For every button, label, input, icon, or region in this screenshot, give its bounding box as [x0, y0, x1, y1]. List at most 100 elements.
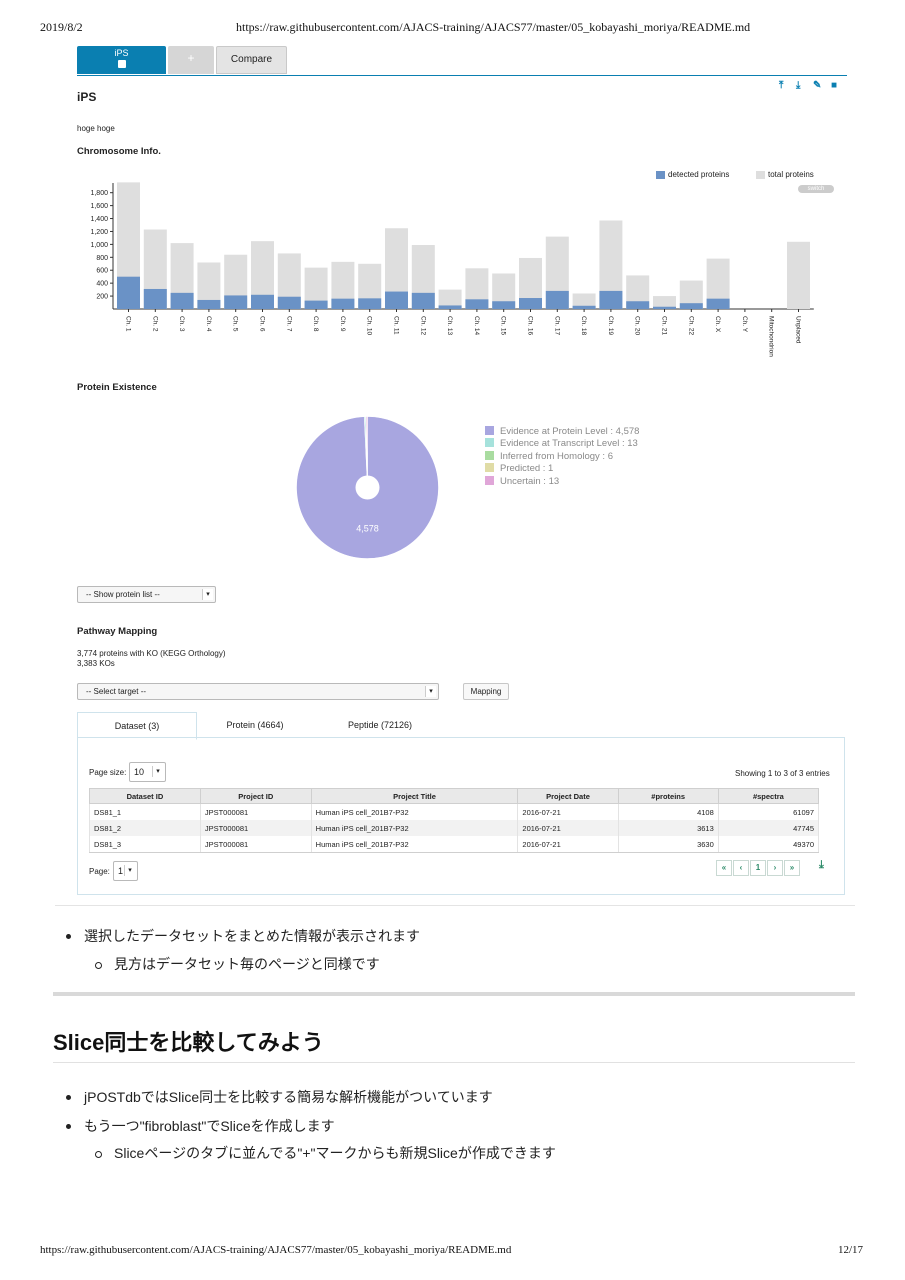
col-dataset-id[interactable]: Dataset ID	[89, 788, 201, 804]
x-tick-label: Ch. 20	[634, 316, 641, 336]
cell: 49370	[717, 836, 820, 853]
tab-protein[interactable]: Protein (4664)	[200, 712, 310, 738]
chevron-down-icon: ▾	[202, 589, 213, 600]
table-header-row: Dataset ID Project ID Project Title Proj…	[89, 788, 820, 804]
page-select[interactable]: 1 ▾	[113, 861, 138, 881]
y-tick-label: 1,400	[90, 216, 108, 223]
table-row[interactable]: DS81_3 JPST000081 Human iPS cell_201B7-P…	[89, 836, 820, 853]
pie-legend-label: Uncertain : 13	[500, 475, 560, 487]
cell: DS81_1	[89, 803, 201, 820]
cell: DS81_2	[89, 820, 201, 836]
cell: 2016-07-21	[517, 820, 619, 836]
dataset-table: Dataset ID Project ID Project Title Proj…	[89, 788, 820, 853]
y-tick-label: 1,600	[90, 203, 108, 210]
cell: 3613	[617, 820, 719, 836]
bullet-text: jPOSTdbではSlice同士を比較する簡易な解析機能がついています	[84, 1089, 493, 1105]
x-tick-label: Ch. 1	[125, 316, 132, 332]
bar-detected	[519, 298, 542, 309]
select-target[interactable]: -- Select target -- ▾	[77, 683, 439, 700]
bullet-dot	[66, 1095, 71, 1100]
next-page-button[interactable]: ›	[767, 860, 783, 876]
x-tick-label: Mitochondrion	[768, 316, 775, 357]
page-number: 12/17	[838, 1244, 864, 1256]
download-icon[interactable]: ⤓	[796, 80, 800, 91]
compare-tab[interactable]: Compare	[216, 46, 287, 74]
chromosome-bar-chart: 200 400 600 800 1,000 1,200 1,400 1,600 1,800 Ch.…	[90, 182, 814, 357]
prev-page-button[interactable]: ‹	[733, 860, 749, 876]
y-tick-label: 200	[96, 294, 108, 301]
trash-icon[interactable]: ■	[831, 80, 837, 91]
bar-detected	[251, 294, 274, 309]
bar-detected	[170, 292, 194, 309]
bar-detected	[572, 305, 596, 309]
pie-legend-item: Evidence at Protein Level : 4,578	[485, 426, 639, 438]
col-spectra[interactable]: #spectra	[717, 788, 820, 804]
page-size-select[interactable]: 10 ▾	[129, 762, 166, 782]
protein-existence-pie: 4,578	[296, 416, 439, 559]
divider	[55, 905, 855, 906]
y-tick-label: 800	[96, 255, 108, 262]
upload-icon[interactable]: ⤒	[779, 80, 783, 91]
pie-legend-swatch	[485, 450, 494, 460]
cell: 47745	[717, 820, 820, 836]
checkbox-icon	[117, 60, 126, 68]
app-screenshot: iPS + Compare ⤒ ⤓ ✎ ■ iPS hoge hoge Chro…	[55, 40, 855, 910]
col-project-date[interactable]: Project Date	[517, 788, 619, 804]
pie-legend-label: Evidence at Transcript Level : 13	[500, 438, 638, 450]
pie-legend-item: Uncertain : 13	[485, 475, 639, 488]
bar-detected	[277, 296, 301, 309]
section-heading: Slice同士を比較してみよう	[53, 1030, 324, 1055]
bar-detected	[358, 298, 382, 309]
show-protein-list-select[interactable]: -- Show protein list -- ▾	[77, 586, 216, 603]
x-tick-label: Ch. 9	[339, 316, 346, 332]
bar-detected	[465, 299, 489, 309]
last-page-button[interactable]: »	[784, 860, 800, 876]
tab-dataset[interactable]: Dataset (3)	[77, 712, 197, 740]
show-protein-list-value: -- Show protein list --	[86, 590, 160, 599]
x-tick-label: Ch. 4	[205, 316, 212, 332]
page-1-button[interactable]: 1	[750, 860, 766, 876]
col-project-id[interactable]: Project ID	[199, 788, 312, 804]
showing-entries: Showing 1 to 3 of 3 entries	[735, 769, 830, 778]
mapping-button[interactable]: Mapping	[463, 683, 509, 700]
x-tick-label: Ch. 5	[232, 316, 239, 332]
edit-icon[interactable]: ✎	[813, 80, 821, 91]
add-slice-tab[interactable]: +	[168, 46, 214, 74]
bar-total	[787, 241, 810, 309]
col-project-title[interactable]: Project Title	[310, 788, 519, 804]
x-tick-label: Ch. 22	[687, 316, 694, 336]
x-tick-label: Ch. 19	[607, 316, 614, 336]
bar-detected	[331, 298, 355, 309]
bar-detected	[411, 292, 435, 309]
chromosome-heading: Chromosome Info.	[77, 146, 161, 157]
chevron-down-icon: ▾	[124, 865, 135, 876]
sub-bullet-text: 見方はデータセット毎のページと同様です	[114, 956, 380, 972]
table-row[interactable]: DS81_2 JPST000081 Human iPS cell_201B7-P…	[89, 820, 820, 836]
pie-legend-swatch	[485, 475, 494, 485]
x-tick-label: Ch. 2	[151, 316, 158, 332]
pathway-proteins: 3,774 proteins with KO (KEGG Orthology)	[77, 649, 226, 658]
tab-ips[interactable]: iPS	[77, 46, 166, 74]
pie-legend-swatch	[485, 426, 494, 435]
tab-peptide[interactable]: Peptide (72126)	[325, 712, 435, 738]
bar-detected	[197, 299, 221, 309]
footer-url: https://raw.githubusercontent.com/AJACS-…	[40, 1244, 512, 1256]
first-page-button[interactable]: «	[716, 860, 732, 876]
pathway-heading: Pathway Mapping	[77, 626, 158, 637]
cell: JPST000081	[199, 820, 312, 836]
x-tick-label: Ch. 3	[178, 316, 185, 332]
y-tick-label: 600	[96, 268, 108, 275]
download-icon[interactable]: ⤓	[819, 859, 824, 872]
cell: 61097	[717, 803, 820, 820]
y-tick-label: 1,800	[90, 190, 108, 197]
table-row[interactable]: DS81_1 JPST000081 Human iPS cell_201B7-P…	[89, 803, 820, 820]
cell: Human iPS cell_201B7-P32	[310, 803, 519, 820]
bar-detected	[545, 290, 569, 309]
col-proteins[interactable]: #proteins	[617, 788, 719, 804]
x-tick-label: Ch. X	[714, 316, 721, 333]
x-tick-label: Ch. 21	[661, 316, 668, 336]
x-tick-label: Ch. Y	[741, 316, 748, 333]
x-tick-label: Ch. 8	[312, 316, 319, 332]
bar-detected	[117, 276, 140, 309]
x-tick-label: Ch. 15	[500, 316, 507, 336]
